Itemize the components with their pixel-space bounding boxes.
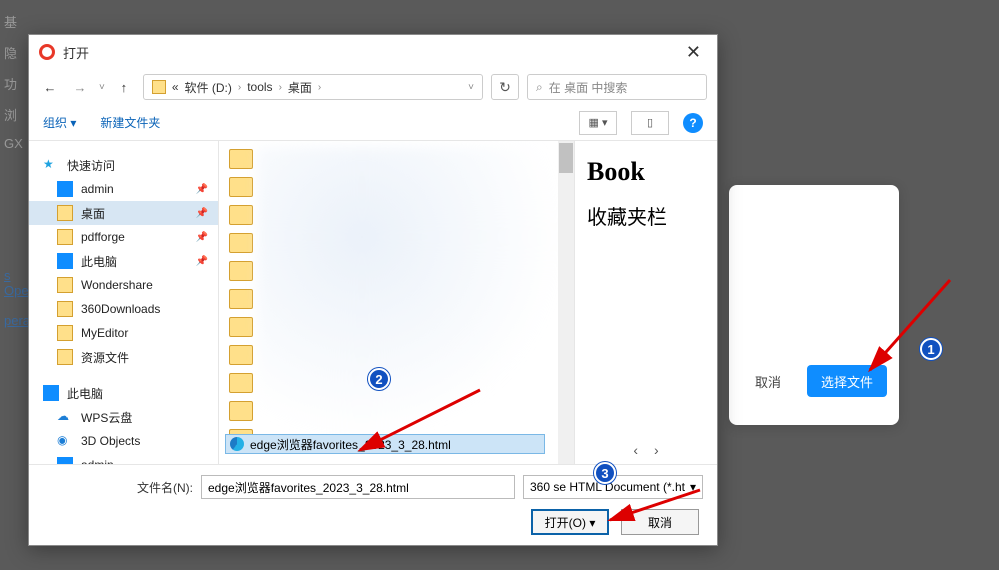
folder-icon [57,349,73,365]
dialog-toolbar: 组织 ▾ 新建文件夹 ▦ ▾ ▯ ? [29,105,717,141]
pin-icon: 📌 [196,184,208,195]
sidebar-item-pdfforge[interactable]: pdfforge📌 [29,225,218,249]
folder-thumb[interactable] [229,205,253,225]
file-pane: edge浏览器favorites_2023_3_28.html Book 收藏夹… [219,141,717,464]
view-mode-button[interactable]: ▦ ▾ [579,111,617,135]
close-button[interactable]: ✕ [680,42,707,63]
dialog-title: 打开 [63,43,680,62]
nav-history-dropdown[interactable]: ˅ [99,82,105,93]
chevron-down-icon[interactable]: ˅ [468,82,474,93]
sidebar-item-myeditor[interactable]: MyEditor [29,321,218,345]
dialog-titlebar: 打开 ✕ [29,35,717,69]
sidebar-item-desktop[interactable]: 桌面📌 [29,201,218,225]
nav-up-button[interactable]: ↑ [113,76,135,98]
folder-thumb[interactable] [229,373,253,393]
folder-thumb[interactable] [229,233,253,253]
import-card: 取消 选择文件 [729,185,899,425]
sidebar-item-wpscloud[interactable]: ☁WPS云盘 [29,405,218,429]
preview-prev-button[interactable]: ‹ [633,442,638,458]
folder-icon [57,301,73,317]
folder-icon [57,229,73,245]
preview-pane: Book 收藏夹栏 ‹ › [574,141,717,464]
breadcrumb-part[interactable]: 软件 (D:) [185,79,232,96]
sidebar-item-admin2[interactable]: admin [29,453,218,464]
address-bar[interactable]: « 软件 (D:)› tools› 桌面› ˅ [143,74,483,100]
sidebar-item-thispc[interactable]: 此电脑📌 [29,249,218,273]
blurred-content [257,147,557,447]
sidebar-item-3dobjects[interactable]: ◉3D Objects [29,429,218,453]
folder-thumb[interactable] [229,177,253,197]
open-button[interactable]: 打开(O) ▾ [531,509,609,535]
folder-thumb[interactable] [229,317,253,337]
sidebar: ★ 快速访问 admin📌 桌面📌 pdfforge📌 此电脑📌 Wonders… [29,141,219,464]
import-cancel-button[interactable]: 取消 [741,365,795,397]
bg-left-strip: 基 隐 功 浏 GX s Ope pera [0,0,30,570]
preview-heading: Book [587,157,705,187]
select-file-button[interactable]: 选择文件 [807,365,887,397]
pin-icon: 📌 [196,256,208,267]
this-pc-group[interactable]: 此电脑 [29,381,218,405]
folder-thumb[interactable] [229,345,253,365]
edge-icon [230,437,244,451]
search-icon: ⌕ [536,80,543,95]
file-open-dialog: 打开 ✕ ← → ˅ ↑ « 软件 (D:)› tools› 桌面› ˅ ↻ ⌕… [28,34,718,546]
folder-icon [57,325,73,341]
breadcrumb-part[interactable]: tools [247,80,272,94]
cloud-icon: ☁ [57,409,73,425]
dialog-footer: 文件名(N): 360 se HTML Document (*.ht▾ 打开(O… [29,464,717,545]
dialog-body: ★ 快速访问 admin📌 桌面📌 pdfforge📌 此电脑📌 Wonders… [29,141,717,464]
sidebar-item-360downloads[interactable]: 360Downloads [29,297,218,321]
pc-icon [57,253,73,269]
organize-menu[interactable]: 组织 ▾ [43,114,76,131]
star-icon: ★ [43,157,59,173]
pc-icon [43,385,59,401]
scrollbar[interactable] [558,141,574,464]
folder-thumb[interactable] [229,149,253,169]
folder-icon [57,205,73,221]
folder-thumb[interactable] [229,289,253,309]
dialog-navbar: ← → ˅ ↑ « 软件 (D:)› tools› 桌面› ˅ ↻ ⌕ 在 桌面… [29,69,717,105]
cancel-button[interactable]: 取消 [621,509,699,535]
new-folder-button[interactable]: 新建文件夹 [100,114,160,131]
folder-thumb[interactable] [229,261,253,281]
pin-icon: 📌 [196,232,208,243]
refresh-button[interactable]: ↻ [491,74,519,100]
sidebar-item-wondershare[interactable]: Wondershare [29,273,218,297]
monitor-icon [57,457,73,464]
preview-pane-button[interactable]: ▯ [631,111,669,135]
preview-sub: 收藏夹栏 [587,205,705,231]
filename-input[interactable] [201,475,515,499]
selected-file-item[interactable]: edge浏览器favorites_2023_3_28.html [225,434,545,454]
folder-icon [152,80,166,94]
nav-forward-button[interactable]: → [69,76,91,98]
search-input[interactable]: ⌕ 在 桌面 中搜索 [527,74,707,100]
sidebar-item-resources[interactable]: 资源文件 [29,345,218,369]
folder-icon [57,277,73,293]
monitor-icon [57,181,73,197]
filetype-filter[interactable]: 360 se HTML Document (*.ht▾ [523,475,703,499]
file-list[interactable]: edge浏览器favorites_2023_3_28.html [219,141,574,464]
breadcrumb-part[interactable]: 桌面 [288,79,312,96]
sidebar-item-admin[interactable]: admin📌 [29,177,218,201]
help-button[interactable]: ? [683,113,703,133]
quick-access-group[interactable]: ★ 快速访问 [29,153,218,177]
folder-thumb[interactable] [229,401,253,421]
preview-next-button[interactable]: › [654,442,659,458]
nav-back-button[interactable]: ← [39,76,61,98]
cube-icon: ◉ [57,433,73,449]
filename-label: 文件名(N): [43,479,193,496]
opera-icon [39,44,55,60]
pin-icon: 📌 [196,208,208,219]
